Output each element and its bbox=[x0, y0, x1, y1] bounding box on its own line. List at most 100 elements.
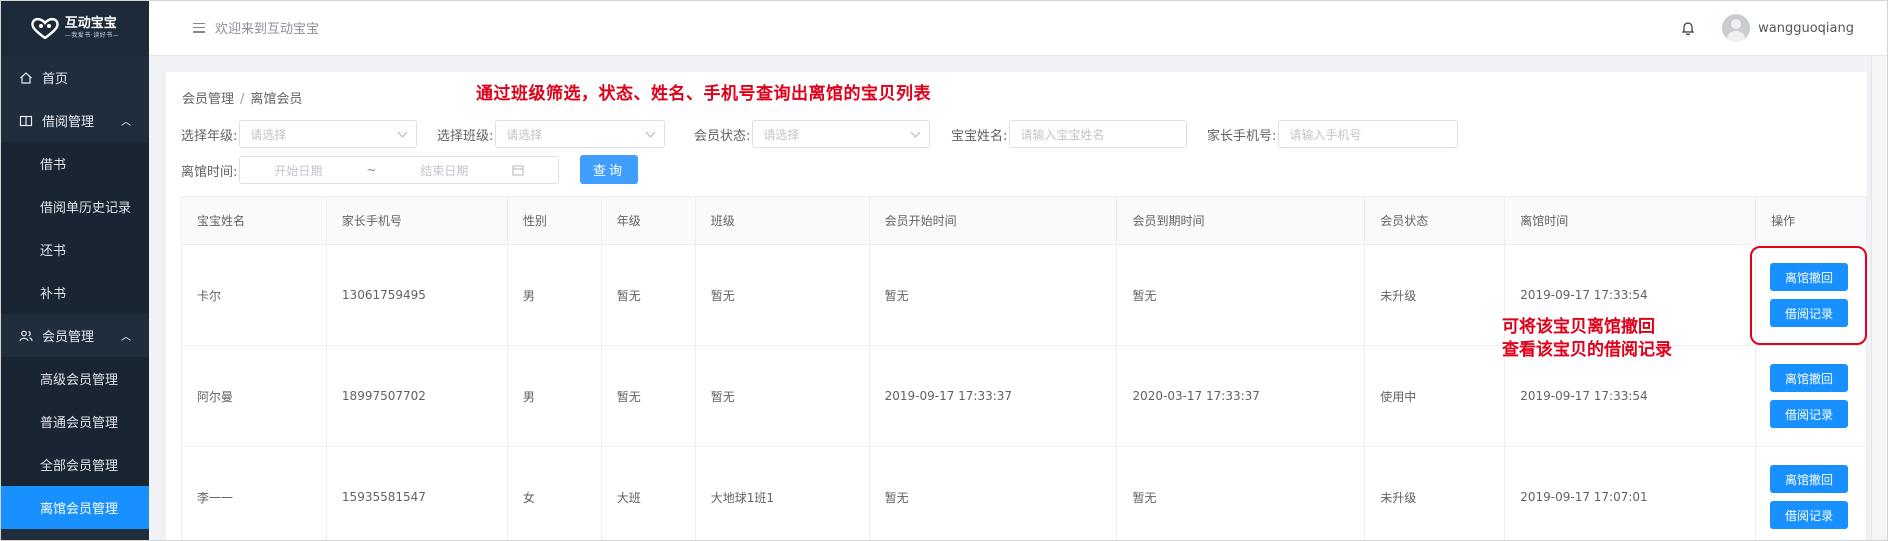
column-header: 年级 bbox=[601, 197, 696, 244]
sidebar-item-borrow-management[interactable]: 借阅管理 ︿ bbox=[0, 99, 149, 142]
sidebar-item-borrow-history[interactable]: 借阅单历史记录 bbox=[0, 185, 149, 228]
sidebar-item-all-members[interactable]: 全部会员管理 bbox=[0, 443, 149, 486]
cell-start-time: 暂无 bbox=[870, 447, 1118, 541]
end-date-placeholder[interactable]: 结束日期 bbox=[420, 162, 468, 179]
cell-end-time: 暂无 bbox=[1117, 447, 1366, 541]
calendar-icon bbox=[512, 165, 524, 176]
sidebar-item-member-management[interactable]: 会员管理 ︿ bbox=[0, 314, 149, 357]
sidebar-item-replace-book[interactable]: 补书 bbox=[0, 271, 149, 314]
column-header: 家长手机号 bbox=[326, 197, 508, 244]
column-header: 班级 bbox=[695, 197, 870, 244]
cell-end-time: 2020-03-17 17:33:37 bbox=[1117, 346, 1366, 446]
sidebar: 互动宝宝 —我爱书·读好书— 首页 借阅管理 ︿ 借书 借阅单历史记录 还书 补… bbox=[0, 0, 149, 541]
cell-class: 暂无 bbox=[696, 245, 870, 345]
sidebar-item-label: 会员管理 bbox=[42, 330, 95, 345]
class-filter: 选择班级: 请选择 bbox=[437, 120, 666, 148]
phone-filter: 家长手机号: 请输入手机号 bbox=[1207, 120, 1459, 148]
annotation-line: 可将该宝贝离馆撤回 bbox=[1502, 317, 1655, 337]
cell-phone: 13061759495 bbox=[327, 245, 508, 345]
cell-actions: 离馆撤回 借阅记录 bbox=[1756, 447, 1867, 541]
column-header: 会员状态 bbox=[1365, 197, 1506, 244]
phone-input[interactable]: 请输入手机号 bbox=[1278, 120, 1459, 148]
logo[interactable]: 互动宝宝 —我爱书·读好书— bbox=[0, 0, 149, 56]
name-label: 宝宝姓名: bbox=[951, 128, 1008, 144]
start-date-placeholder[interactable]: 开始日期 bbox=[274, 162, 322, 179]
chevron-up-icon: ︿ bbox=[121, 332, 131, 343]
column-header: 性别 bbox=[507, 197, 602, 244]
bell-icon[interactable] bbox=[1680, 20, 1696, 36]
avatar[interactable] bbox=[1722, 14, 1751, 42]
sidebar-item-label: 补书 bbox=[40, 287, 67, 302]
cell-end-time: 暂无 bbox=[1117, 245, 1366, 345]
menu-toggle-icon[interactable] bbox=[193, 21, 207, 35]
submenu-member: 高级会员管理 普通会员管理 全部会员管理 离馆会员管理 bbox=[0, 357, 149, 529]
borrow-history-button[interactable]: 借阅记录 bbox=[1770, 501, 1849, 529]
cell-leave-time: 2019-09-17 17:07:01 bbox=[1505, 447, 1757, 541]
breadcrumb-parent[interactable]: 会员管理 bbox=[182, 92, 234, 107]
cell-phone: 18997507702 bbox=[327, 346, 508, 446]
cell-start-time: 2019-09-17 17:33:37 bbox=[870, 346, 1118, 446]
cell-grade: 暂无 bbox=[602, 346, 696, 446]
leave-date-filter: 离馆时间: 开始日期 ~ 结束日期 bbox=[181, 156, 560, 184]
cell-class: 大地球1班1 bbox=[696, 447, 870, 541]
header-title: 欢迎来到互动宝宝 bbox=[215, 22, 320, 37]
status-placeholder: 请选择 bbox=[763, 127, 800, 142]
sidebar-item-left-members[interactable]: 离馆会员管理 bbox=[0, 486, 149, 529]
sidebar-item-label: 还书 bbox=[40, 244, 67, 259]
class-placeholder: 请选择 bbox=[506, 127, 543, 142]
sidebar-item-label: 高级会员管理 bbox=[40, 373, 119, 388]
cell-gender: 女 bbox=[508, 447, 602, 541]
cell-gender: 男 bbox=[508, 346, 602, 446]
cell-status: 未升级 bbox=[1365, 245, 1506, 345]
submenu-borrow: 借书 借阅单历史记录 还书 补书 bbox=[0, 142, 149, 314]
sidebar-item-home[interactable]: 首页 bbox=[0, 56, 149, 99]
grade-placeholder: 请选择 bbox=[250, 127, 287, 142]
cell-name: 阿尔曼 bbox=[182, 346, 327, 446]
members-table: 宝宝姓名 家长手机号 性别 年级 班级 会员开始时间 会员到期时间 会员状态 离… bbox=[181, 196, 1867, 541]
column-header: 会员开始时间 bbox=[869, 197, 1118, 244]
breadcrumb: 会员管理 / 离馆会员 bbox=[182, 88, 302, 107]
cell-class: 暂无 bbox=[696, 346, 870, 446]
class-select[interactable]: 请选择 bbox=[495, 120, 666, 148]
sidebar-item-label: 借书 bbox=[40, 158, 67, 173]
sidebar-item-regular-members[interactable]: 普通会员管理 bbox=[0, 400, 149, 443]
range-separator: ~ bbox=[366, 163, 377, 177]
chevron-down-icon bbox=[397, 127, 408, 138]
status-select[interactable]: 请选择 bbox=[752, 120, 931, 148]
table-row: 李一一 15935581547 女 大班 大地球1班1 暂无 暂无 未升级 20… bbox=[182, 447, 1867, 541]
chevron-up-icon: ︿ bbox=[121, 117, 131, 128]
column-header: 会员到期时间 bbox=[1117, 197, 1366, 244]
scrollbar[interactable] bbox=[1871, 56, 1888, 541]
sidebar-item-borrow-book[interactable]: 借书 bbox=[0, 142, 149, 185]
grade-select[interactable]: 请选择 bbox=[239, 120, 418, 148]
sidebar-item-label: 全部会员管理 bbox=[40, 459, 119, 474]
phone-placeholder: 请输入手机号 bbox=[1289, 127, 1362, 142]
sidebar-item-return-book[interactable]: 还书 bbox=[0, 228, 149, 271]
revoke-leave-button[interactable]: 离馆撤回 bbox=[1770, 364, 1849, 392]
name-filter: 宝宝姓名: 请输入宝宝姓名 bbox=[951, 120, 1188, 148]
cell-phone: 15935581547 bbox=[327, 447, 508, 541]
book-icon bbox=[18, 113, 34, 129]
breadcrumb-current: 离馆会员 bbox=[250, 92, 303, 107]
name-input[interactable]: 请输入宝宝姓名 bbox=[1009, 120, 1188, 148]
logo-heart-icon bbox=[31, 17, 59, 39]
sidebar-item-premium-members[interactable]: 高级会员管理 bbox=[0, 357, 149, 400]
annotation-highlight-box bbox=[1750, 246, 1867, 345]
column-header: 离馆时间 bbox=[1505, 197, 1757, 244]
sidebar-item-label: 借阅管理 bbox=[42, 115, 95, 130]
logo-name: 互动宝宝 bbox=[64, 16, 117, 31]
annotation-line: 查看该宝贝的借阅记录 bbox=[1502, 340, 1672, 360]
cell-grade: 暂无 bbox=[602, 245, 696, 345]
home-icon bbox=[18, 70, 34, 86]
cell-status: 未升级 bbox=[1365, 447, 1506, 541]
date-range-picker[interactable]: 开始日期 ~ 结束日期 bbox=[239, 156, 560, 184]
username[interactable]: wangguoqiang bbox=[1758, 21, 1854, 36]
query-button[interactable]: 查询 bbox=[580, 155, 638, 184]
cell-name: 卡尔 bbox=[182, 245, 327, 345]
borrow-history-button[interactable]: 借阅记录 bbox=[1770, 400, 1849, 428]
column-header: 宝宝姓名 bbox=[182, 197, 327, 244]
phone-label: 家长手机号: bbox=[1207, 128, 1277, 144]
revoke-leave-button[interactable]: 离馆撤回 bbox=[1770, 465, 1849, 493]
cell-name: 李一一 bbox=[182, 447, 327, 541]
cell-grade: 大班 bbox=[602, 447, 696, 541]
